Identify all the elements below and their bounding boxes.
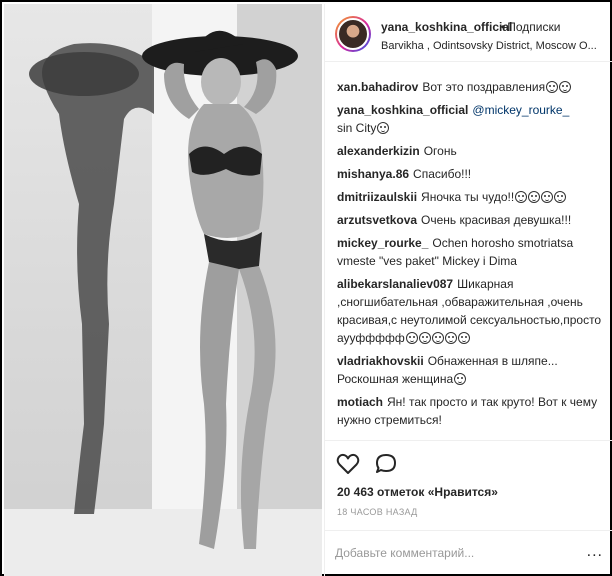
emoji-icon <box>377 122 390 134</box>
comment-item: xan.bahadirov Вот это поздравления <box>337 78 603 96</box>
comment-text: Спасибо!!! <box>413 167 472 181</box>
comment-username[interactable]: yana_koshkina_official <box>337 103 468 117</box>
likes-count[interactable]: 20 463 отметок «Нравится» <box>337 485 498 499</box>
comment-item: alexanderkizin Огонь <box>337 142 603 160</box>
comment-text: Вот это поздравления <box>422 80 546 94</box>
post-photo-art <box>4 4 322 576</box>
like-button[interactable] <box>335 451 361 477</box>
comment-text: Яночка ты чудо!! <box>421 190 515 204</box>
more-options-button[interactable]: ... <box>587 544 603 560</box>
comment-icon <box>376 454 396 473</box>
emoji-icon <box>528 191 541 203</box>
emoji-icon <box>444 332 457 344</box>
follow-status[interactable]: • Подписки <box>501 20 560 34</box>
comment-item: yana_koshkina_official @mickey_rourke_sin… <box>337 101 603 137</box>
emoji-icon <box>454 373 467 385</box>
post-timestamp[interactable]: 18 ЧАСОВ НАЗАД <box>337 507 418 517</box>
emoji-icon <box>515 191 528 203</box>
post-photo[interactable] <box>4 4 322 576</box>
emoji-icon <box>418 332 431 344</box>
heart-icon <box>336 453 360 474</box>
comment-item: arzutsvetkova Очень красивая девушка!!! <box>337 211 603 229</box>
emoji-icon <box>559 81 572 93</box>
follow-button[interactable]: Подписки <box>507 20 560 34</box>
comment-username[interactable]: alexanderkizin <box>337 144 420 158</box>
comment-item: motiach Ян! так просто и так круто! Вот к… <box>337 393 603 429</box>
emoji-icon <box>541 191 554 203</box>
comment-item: vladriakhovskii Обнаженная в шляпе... Рос… <box>337 352 603 388</box>
post-window: yana_koshkina_official • Подписки Barvikh… <box>0 0 612 576</box>
comment-username[interactable]: alibekarslanaliev087 <box>337 277 453 291</box>
author-username[interactable]: yana_koshkina_official <box>381 20 512 34</box>
add-comment-input[interactable] <box>335 541 571 565</box>
comment-username[interactable]: dmitriizaulskii <box>337 190 417 204</box>
comment-item: alibekarslanaliev087 Шикарная ,сногшибате… <box>337 275 603 347</box>
post-details-panel: yana_koshkina_official • Подписки Barvikh… <box>324 4 612 576</box>
separator-dot: • <box>501 20 506 34</box>
comment-item: mickey_rourke_ Ochen horosho smotriatsa v… <box>337 234 603 270</box>
post-header: yana_koshkina_official • Подписки Barvikh… <box>325 4 612 62</box>
comment-username[interactable]: mickey_rourke_ <box>337 236 428 250</box>
comment-username[interactable]: mishanya.86 <box>337 167 409 181</box>
emoji-icon <box>546 81 559 93</box>
comment-text: Очень красивая девушка!!! <box>421 213 572 227</box>
comment-username[interactable]: motiach <box>337 395 383 409</box>
comment-text: sin City <box>337 121 377 135</box>
comment-item: mishanya.86 Спасибо!!! <box>337 165 603 183</box>
comment-button[interactable] <box>373 451 399 477</box>
emoji-icon <box>554 191 567 203</box>
comment-item: dmitriizaulskii Яночка ты чудо!! <box>337 188 603 206</box>
comment-username[interactable]: arzutsvetkova <box>337 213 417 227</box>
avatar[interactable] <box>335 16 371 52</box>
avatar-image <box>337 18 369 50</box>
comment-username[interactable]: xan.bahadirov <box>337 80 418 94</box>
emoji-icon <box>431 332 444 344</box>
comment-text: Огонь <box>423 144 457 158</box>
comments-list[interactable]: xan.bahadirov Вот это поздравления yana_k… <box>325 66 612 438</box>
comment-username[interactable]: vladriakhovskii <box>337 354 424 368</box>
post-location[interactable]: Barvikha , Odintsovsky District, Moscow … <box>381 40 609 52</box>
emoji-icon <box>405 332 418 344</box>
add-comment-bar: ... <box>325 530 612 576</box>
comment-mention[interactable]: @mickey_rourke_ <box>472 103 569 117</box>
post-actions: 20 463 отметок «Нравится» 18 ЧАСОВ НАЗАД <box>325 440 612 530</box>
emoji-icon <box>457 332 470 344</box>
